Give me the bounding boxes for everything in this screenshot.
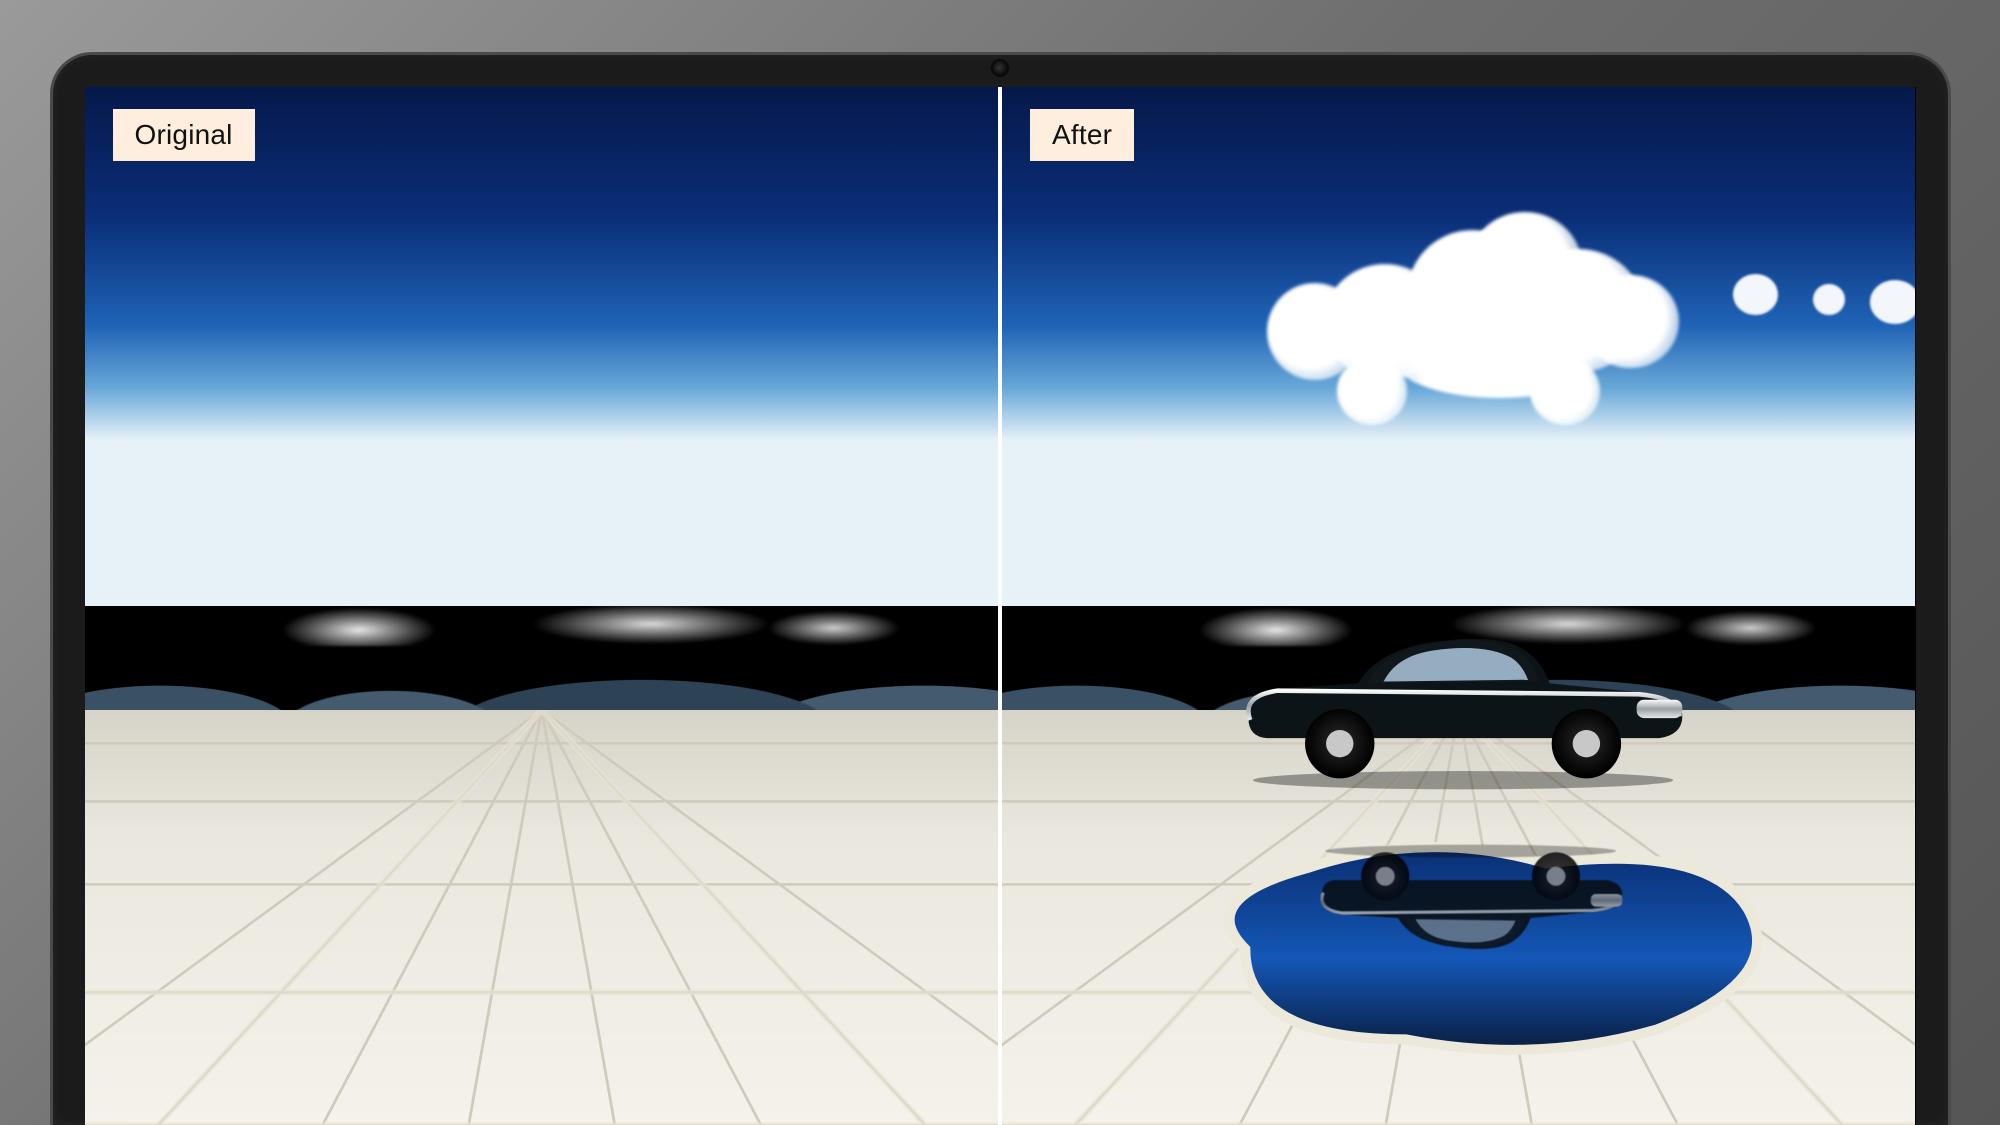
webcam-icon <box>993 61 1007 75</box>
pane-original: Original <box>85 87 999 1125</box>
salt-cracks-icon <box>85 710 999 1125</box>
label-original: Original <box>113 109 255 161</box>
sky <box>1002 87 1916 606</box>
laptop-frame: Original <box>50 52 1951 1125</box>
vintage-car-icon <box>1221 596 1696 804</box>
label-after: After <box>1030 109 1134 161</box>
car-reflection-icon <box>1303 834 1632 979</box>
salt-flats <box>85 710 999 1125</box>
horizon-clouds <box>85 606 999 646</box>
pane-after: After <box>1002 87 1916 1125</box>
cloud-trail-icon <box>1733 243 1916 347</box>
screen: Original <box>85 87 1916 1125</box>
sky <box>85 87 999 606</box>
